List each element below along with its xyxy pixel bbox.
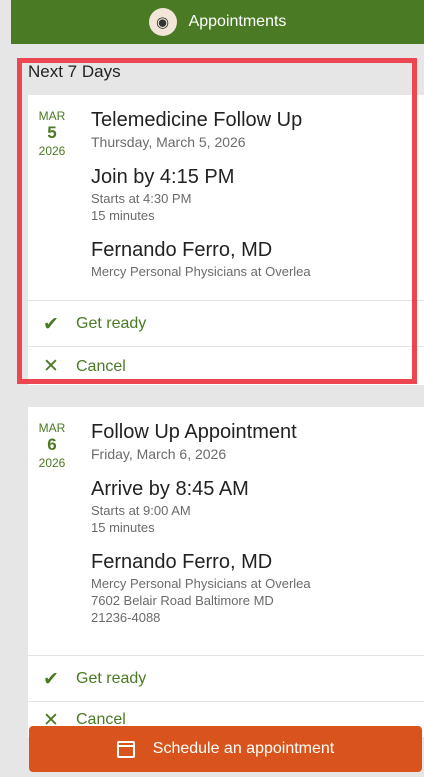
appointment-date: Friday, March 6, 2026 [91, 446, 227, 462]
provider-name: Fernando Ferro, MD [91, 239, 273, 261]
appointment-duration: 15 minutes [91, 520, 155, 535]
app-header: ◉ Appointments [11, 0, 424, 44]
appointment-title: Follow Up Appointment [91, 421, 297, 443]
appointment-info: Telemedicine Follow Up Thursday, March 5… [91, 109, 411, 279]
provider-location: Mercy Personal Physicians at Overlea [91, 576, 311, 591]
date-badge: MAR 5 2026 [36, 109, 68, 158]
provider-address-line2: 21236-4088 [91, 610, 161, 625]
provider-name: Fernando Ferro, MD [91, 551, 273, 573]
checkmark-icon: ✔ [43, 313, 59, 335]
appointment-time: Arrive by 8:45 AM [91, 478, 249, 500]
appointment-duration: 15 minutes [91, 208, 155, 223]
schedule-appointment-label: Schedule an appointment [152, 740, 335, 757]
appointment-title: Telemedicine Follow Up [91, 109, 303, 131]
get-ready-label: Get ready [76, 670, 147, 687]
appointment-time: Join by 4:15 PM [91, 166, 235, 188]
date-year: 2026 [38, 143, 66, 158]
cancel-label: Cancel [76, 357, 126, 375]
date-badge: MAR 6 2026 [36, 421, 68, 470]
checkmark-icon: ✔ [43, 668, 59, 690]
appointment-info: Follow Up Appointment Friday, March 6, 2… [91, 421, 411, 625]
close-icon: ✕ [43, 356, 59, 377]
date-day: 6 [47, 435, 57, 455]
date-year: 2026 [38, 455, 66, 470]
appointment-card[interactable]: MAR 5 2026 Telemedicine Follow Up Thursd… [28, 95, 424, 385]
appointment-starts: Starts at 4:30 PM [91, 191, 192, 206]
appointment-date: Thursday, March 5, 2026 [91, 134, 246, 150]
get-ready-button[interactable]: ✔ Get ready [28, 655, 424, 702]
header-title: Appointments [188, 13, 287, 30]
provider-address-line1: 7602 Belair Road Baltimore MD [91, 593, 274, 608]
appointment-card[interactable]: MAR 6 2026 Follow Up Appointment Friday,… [28, 407, 424, 737]
schedule-appointment-button[interactable]: Schedule an appointment [29, 726, 422, 772]
calendar-icon [116, 740, 135, 758]
provider-location: Mercy Personal Physicians at Overlea [91, 264, 311, 279]
cancel-button[interactable]: ✕ Cancel [28, 346, 424, 386]
date-month: MAR [38, 109, 66, 123]
date-month: MAR [38, 421, 66, 435]
date-day: 5 [47, 123, 57, 143]
get-ready-label: Get ready [76, 315, 147, 332]
get-ready-button[interactable]: ✔ Get ready [28, 300, 424, 347]
appointment-starts: Starts at 9:00 AM [91, 503, 191, 518]
section-label: Next 7 Days [28, 62, 121, 81]
app-logo-icon: ◉ [148, 8, 177, 36]
